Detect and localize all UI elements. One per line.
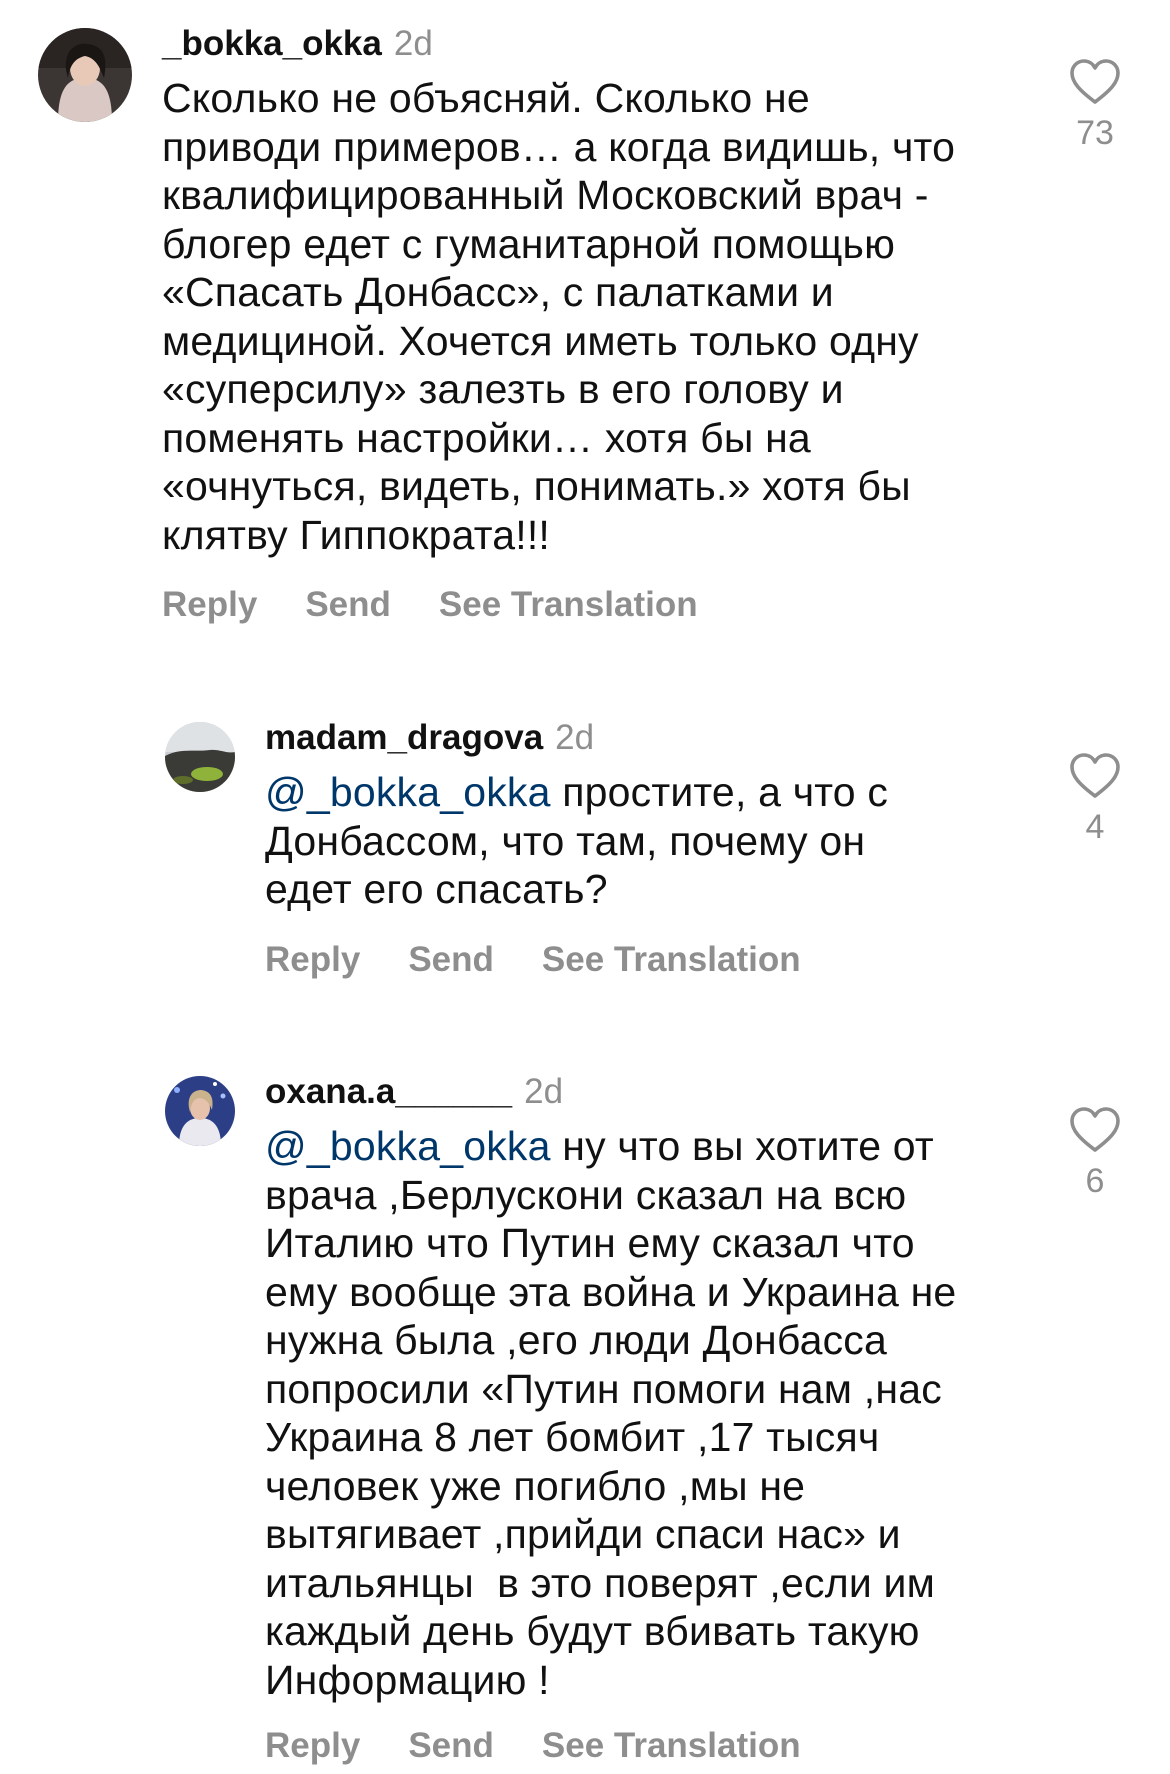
comment-line: нужна была ,его люди Донбасса	[265, 1317, 887, 1363]
comment-line: Донбассом, что там, почему он	[265, 817, 866, 864]
heart-icon[interactable]	[1069, 752, 1121, 800]
comment-line: приводи примеров… а когда видишь, что	[162, 123, 956, 170]
timestamp: 2d	[393, 24, 433, 63]
comment-line: квалифицированный Московский врач -	[162, 172, 929, 218]
send-button[interactable]: Send	[408, 940, 494, 979]
comment-line-text: простите, а что с	[550, 769, 889, 815]
mention-link[interactable]: @_bokka_okka	[265, 769, 551, 815]
comment-text: Сколько не объясняй. Сколько не приводи …	[162, 74, 1022, 559]
comment-line: «очнуться, видеть, понимать.» хотя бы	[162, 463, 911, 509]
comment-line: Сколько не объясняй. Сколько не	[162, 75, 810, 121]
username[interactable]: madam_dragova	[265, 718, 543, 757]
comment-meta: oxana.a______ 2d	[265, 1072, 1025, 1112]
see-translation-button[interactable]: See Translation	[439, 585, 698, 624]
avatar[interactable]	[38, 28, 132, 122]
comment-line: блогер едет с гуманитарной помощью	[162, 220, 896, 267]
comment-line: попросили «Путин помоги нам ,нас	[265, 1365, 942, 1412]
comment-actions: Reply Send See Translation	[162, 585, 1022, 625]
send-button[interactable]: Send	[408, 1726, 494, 1765]
comment-actions: Reply Send See Translation	[265, 940, 1025, 980]
comment-actions: Reply Send See Translation	[265, 1726, 1025, 1766]
comment-line-text: ну что вы хотите от	[550, 1123, 934, 1169]
reply-button[interactable]: Reply	[265, 1726, 360, 1765]
comment-meta: madam_dragova 2d	[265, 718, 1025, 758]
comment-line: Информацию !	[265, 1656, 550, 1703]
comment-line: каждый день будут вбивать такую	[265, 1608, 920, 1654]
see-translation-button[interactable]: See Translation	[542, 1726, 801, 1765]
like-count: 73	[1076, 114, 1114, 152]
reply-button[interactable]: Reply	[265, 940, 360, 979]
like-count: 4	[1085, 808, 1105, 846]
comment-line: @_bokka_okka простите, а что с	[265, 768, 1025, 817]
username[interactable]: oxana.a______	[265, 1072, 512, 1111]
heart-icon[interactable]	[1069, 1106, 1121, 1154]
username[interactable]: _bokka_okka	[162, 24, 382, 63]
comment-line: врача ,Берлускони сказал на всю	[265, 1171, 907, 1218]
like-control: 4	[1060, 752, 1130, 847]
reply-button[interactable]: Reply	[162, 585, 257, 624]
like-control: 6	[1060, 1106, 1130, 1201]
see-translation-button[interactable]: See Translation	[542, 940, 801, 979]
timestamp: 2d	[555, 718, 595, 757]
comment-line: «Спасать Донбасс», с палатками и	[162, 269, 834, 315]
avatar[interactable]	[165, 722, 235, 792]
comment-line: ему вообще эта война и Украина не	[265, 1268, 957, 1315]
comment-line: медициной. Хочется иметь только одну	[162, 317, 919, 364]
comment-line: Италию что Путин ему сказал что	[265, 1220, 915, 1266]
like-count: 6	[1085, 1162, 1105, 1200]
comment-meta: _bokka_okka 2d	[162, 24, 1022, 64]
comment-line: человек уже погибло ,мы не	[265, 1462, 806, 1509]
comment-line: «суперсилу» залезть в его голову и	[162, 366, 844, 412]
comment-line: Украина 8 лет бомбит ,17 тысяч	[265, 1414, 880, 1460]
comment-text: @_bokka_okka ну что вы хотите от врача ,…	[265, 1122, 1025, 1704]
send-button[interactable]: Send	[305, 585, 391, 624]
comment-line: едет его спасать?	[265, 866, 608, 912]
timestamp: 2d	[524, 1072, 564, 1111]
comment-line: итальянцы в это поверят ,если им	[265, 1559, 936, 1606]
mention-link[interactable]: @_bokka_okka	[265, 1123, 551, 1169]
heart-icon[interactable]	[1069, 58, 1121, 106]
comment-line: @_bokka_okka ну что вы хотите от	[265, 1122, 1025, 1171]
like-control: 73	[1060, 58, 1130, 153]
comment-line: вытягивает ,прийди спаси нас» и	[265, 1511, 901, 1557]
comment-text: @_bokka_okka простите, а что с Донбассом…	[265, 768, 1025, 914]
avatar[interactable]	[165, 1076, 235, 1146]
comment-line: поменять настройки… хотя бы на	[162, 414, 811, 461]
comment-line: клятву Гиппократа!!!	[162, 511, 551, 558]
